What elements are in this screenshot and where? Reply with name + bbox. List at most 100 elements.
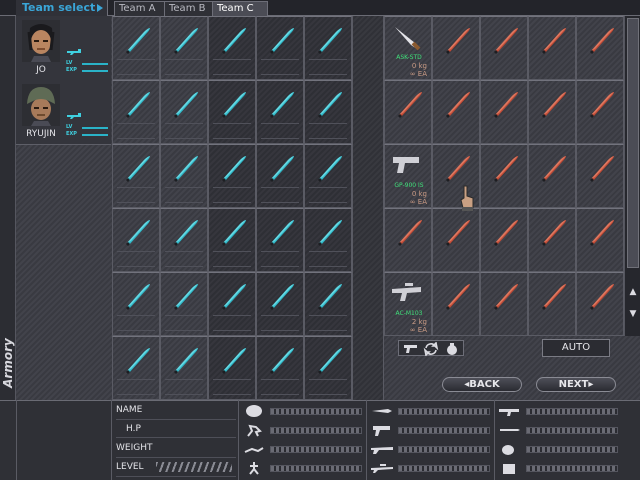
armory-ammo-slot[interactable] <box>384 80 432 144</box>
member-card-ryujin[interactable]: RYUJIN LV EXP <box>16 80 111 145</box>
info-name-label: NAME <box>116 401 236 420</box>
armory-weapon-slot[interactable]: GP-900 IS 0 kg ∞ EA <box>384 144 432 208</box>
bullet-slot-icon <box>590 284 614 310</box>
armory-ammo-slot[interactable] <box>528 80 576 144</box>
armory-ammo-slot[interactable] <box>528 272 576 336</box>
team-inventory-slot[interactable] <box>304 272 352 336</box>
team-inventory-slot[interactable] <box>208 208 256 272</box>
team-inventory-slot[interactable] <box>304 208 352 272</box>
play-arrow-icon <box>97 4 103 12</box>
armory-weapon-slot[interactable]: AC-M103 2 kg ∞ EA <box>384 272 432 336</box>
team-inventory-slot[interactable] <box>304 80 352 144</box>
armory-ammo-slot[interactable] <box>576 272 624 336</box>
team-inventory-slot[interactable] <box>256 144 304 208</box>
bullet-slot-icon <box>222 156 246 182</box>
team-inventory-slot[interactable] <box>160 208 208 272</box>
team-inventory-slot[interactable] <box>160 144 208 208</box>
team-inventory-slot[interactable] <box>208 16 256 80</box>
armory-ammo-slot[interactable] <box>528 144 576 208</box>
armory-ammo-slot[interactable] <box>480 208 528 272</box>
bullet-slot-icon <box>270 284 294 310</box>
member-card-jo[interactable]: JO LV EXP <box>16 16 111 81</box>
armory-ammo-slot[interactable] <box>432 16 480 80</box>
weapon-name: GP-900 IS <box>394 182 424 189</box>
sniper-small-icon <box>371 464 393 473</box>
bullet-slot-icon <box>542 284 566 310</box>
exp-bar <box>82 70 108 72</box>
armory-ammo-slot[interactable] <box>480 144 528 208</box>
sort-gun-icon[interactable] <box>403 343 419 355</box>
team-inventory-slot[interactable] <box>208 80 256 144</box>
lv-label: LV <box>66 60 73 66</box>
team-inventory-slot[interactable] <box>208 144 256 208</box>
scroll-up-icon[interactable]: ▲ <box>625 284 640 300</box>
team-inventory-slot[interactable] <box>304 336 352 400</box>
info-level-label: LEVEL <box>116 462 144 472</box>
lv-label: LV <box>66 124 73 130</box>
bullet-slot-icon <box>494 220 518 246</box>
team-inventory-slot[interactable] <box>208 272 256 336</box>
team-inventory-slot[interactable] <box>160 80 208 144</box>
back-button[interactable]: ◂BACK <box>442 377 522 392</box>
armory-ammo-slot[interactable] <box>480 16 528 80</box>
armory-ammo-slot[interactable] <box>528 16 576 80</box>
team-inventory-slot[interactable] <box>160 16 208 80</box>
armory-ammo-slot[interactable] <box>432 80 480 144</box>
armory-weapon-slot[interactable]: ASK-STD 0 kg ∞ EA <box>384 16 432 80</box>
bullet-slot-icon <box>270 92 294 118</box>
team-inventory-slot[interactable] <box>112 80 160 144</box>
armory-ammo-slot[interactable] <box>480 272 528 336</box>
armory-scrollbar[interactable]: ▲ ▼ <box>624 16 640 336</box>
member-name: RYUJIN <box>26 129 56 139</box>
member-stat-bars: LV EXP <box>66 124 110 139</box>
armory-ammo-slot[interactable] <box>384 208 432 272</box>
armory-ammo-slot[interactable] <box>528 208 576 272</box>
team-select-button[interactable]: Team select <box>16 0 108 16</box>
bullet-slot-icon <box>542 28 566 54</box>
team-inventory-slot[interactable] <box>256 80 304 144</box>
next-button[interactable]: NEXT▸ <box>536 377 616 392</box>
scroll-thumb[interactable] <box>627 18 639 268</box>
armory-ammo-slot[interactable] <box>576 16 624 80</box>
bullet-slot-icon <box>126 92 150 118</box>
team-inventory-slot[interactable] <box>112 272 160 336</box>
weapon-stats-column <box>368 402 496 478</box>
tab-team-c[interactable]: Team C <box>212 1 268 16</box>
grenade-icon[interactable] <box>445 342 459 356</box>
status-gun-icon <box>67 49 81 55</box>
armory-ammo-slot[interactable] <box>432 208 480 272</box>
armory-ammo-slot[interactable] <box>576 144 624 208</box>
team-inventory-slot[interactable] <box>256 208 304 272</box>
team-inventory-slot[interactable] <box>112 336 160 400</box>
armory-ammo-slot[interactable] <box>480 80 528 144</box>
brain-icon <box>246 405 262 417</box>
team-inventory-slot[interactable] <box>112 16 160 80</box>
bullet-slot-icon <box>398 92 422 118</box>
team-inventory-slot[interactable] <box>256 16 304 80</box>
team-inventory-slot[interactable] <box>160 272 208 336</box>
tab-team-c-label: Team C <box>217 3 254 14</box>
standing-soldier-icon <box>249 462 259 475</box>
armory-ammo-slot[interactable] <box>432 272 480 336</box>
team-inventory-slot[interactable] <box>304 16 352 80</box>
refresh-icon[interactable] <box>423 342 439 356</box>
bullet-slot-icon <box>318 284 342 310</box>
team-inventory-slot[interactable] <box>256 272 304 336</box>
tab-bar: Team select Team A Team B Team C <box>0 0 640 16</box>
armory-ammo-slot[interactable] <box>576 80 624 144</box>
knife-small-icon <box>372 409 392 413</box>
team-inventory-slot[interactable] <box>160 336 208 400</box>
team-inventory-slot[interactable] <box>304 144 352 208</box>
team-inventory-slot[interactable] <box>112 144 160 208</box>
bullet-slot-icon <box>318 92 342 118</box>
team-inventory-slot[interactable] <box>112 208 160 272</box>
team-inventory-slot[interactable] <box>208 336 256 400</box>
knife-icon <box>395 27 421 51</box>
team-inventory-grid <box>112 16 352 400</box>
armory-ammo-slot[interactable] <box>576 208 624 272</box>
scroll-down-icon[interactable]: ▼ <box>625 306 640 322</box>
bullet-slot-icon <box>126 348 150 374</box>
auto-button[interactable]: AUTO <box>542 339 610 357</box>
weapon-weight: 2 kg <box>411 318 427 326</box>
team-inventory-slot[interactable] <box>256 336 304 400</box>
